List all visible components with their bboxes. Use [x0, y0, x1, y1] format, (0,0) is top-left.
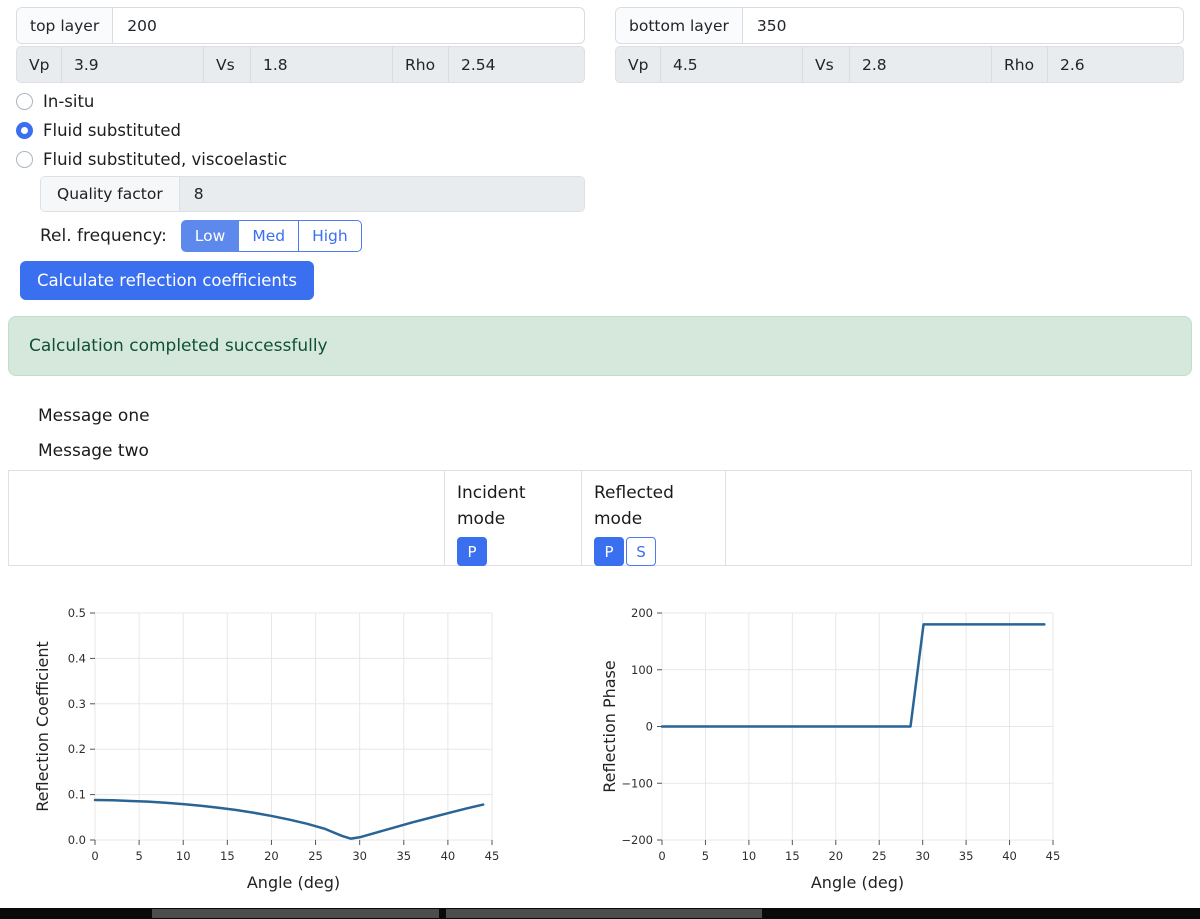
- success-alert: Calculation completed successfully: [8, 316, 1192, 376]
- svg-text:0.4: 0.4: [68, 651, 86, 665]
- svg-text:5: 5: [135, 849, 142, 863]
- mode-table-spacer: [726, 471, 1191, 565]
- svg-text:0.3: 0.3: [68, 697, 86, 711]
- svg-text:0.0: 0.0: [68, 833, 86, 847]
- radio-button-icon[interactable]: [16, 151, 33, 168]
- svg-text:25: 25: [308, 849, 323, 863]
- radio-button-icon[interactable]: [16, 93, 33, 110]
- bottom-layer-column: bottom layer Vp Vs Rho: [615, 7, 1184, 83]
- svg-text:30: 30: [352, 849, 367, 863]
- svg-text:40: 40: [441, 849, 456, 863]
- radio-fluid-substituted[interactable]: Fluid substituted: [16, 116, 1200, 145]
- svg-text:10: 10: [742, 849, 757, 863]
- bottom-layer-label: bottom layer: [616, 8, 743, 43]
- bottom-vs-input[interactable]: [862, 55, 979, 74]
- incident-p-button[interactable]: P: [457, 537, 487, 566]
- quality-factor-input[interactable]: [179, 177, 584, 211]
- svg-text:100: 100: [631, 663, 653, 677]
- bottom-bar-segment: [446, 909, 762, 918]
- svg-text:25: 25: [872, 849, 887, 863]
- svg-text:0.1: 0.1: [68, 788, 86, 802]
- top-layer-input[interactable]: [113, 8, 584, 43]
- svg-text:35: 35: [959, 849, 974, 863]
- svg-text:15: 15: [220, 849, 235, 863]
- svg-text:45: 45: [485, 849, 500, 863]
- bottom-layer-properties: Vp Vs Rho: [615, 46, 1184, 83]
- reflected-p-button[interactable]: P: [594, 537, 624, 566]
- charts-row: 0 5 10 15 20 25 30 35 40 45 0.0 0.1 0.2 0.3 0.4 0.5 Angl…: [0, 600, 1200, 900]
- reflected-mode-cell: Reflected mode P S: [581, 471, 726, 566]
- svg-text:0: 0: [646, 720, 653, 734]
- incident-mode-header: Incident mode: [457, 483, 526, 529]
- top-rho-input[interactable]: [461, 55, 572, 74]
- svg-text:20: 20: [264, 849, 279, 863]
- reflection-coefficient-chart[interactable]: 0 5 10 15 20 25 30 35 40 45 0.0 0.1 0.2 0.3 0.4 0.5 Angl…: [22, 600, 502, 900]
- svg-text:0.5: 0.5: [68, 606, 86, 620]
- radio-in-situ[interactable]: In-situ: [16, 87, 1200, 116]
- rel-frequency-row: Rel. frequency: Low Med High: [40, 220, 1200, 252]
- reflected-s-button[interactable]: S: [626, 537, 656, 566]
- svg-text:20: 20: [828, 849, 843, 863]
- radio-fluid-substituted-label: Fluid substituted: [43, 121, 182, 140]
- svg-text:15: 15: [785, 849, 800, 863]
- top-layer-group: top layer: [16, 7, 585, 44]
- incident-mode-cell: Incident mode P: [444, 471, 581, 566]
- top-vs-input[interactable]: [263, 55, 380, 74]
- svg-text:40: 40: [1002, 849, 1017, 863]
- top-layer-properties: Vp Vs Rho: [16, 46, 585, 83]
- freq-button-low[interactable]: Low: [180, 220, 240, 252]
- freq-button-med[interactable]: Med: [239, 220, 300, 252]
- radio-button-checked-icon[interactable]: [16, 122, 33, 139]
- quality-factor-group: Quality factor: [40, 176, 585, 212]
- svg-text:200: 200: [631, 606, 653, 620]
- mode-table-spacer: [9, 471, 444, 565]
- bottom-layer-group: bottom layer: [615, 7, 1184, 44]
- svg-text:−100: −100: [621, 776, 653, 790]
- bottom-vs-label: Vs: [803, 47, 850, 82]
- radio-fluid-substituted-viscoelastic[interactable]: Fluid substituted, viscoelastic: [16, 145, 1200, 174]
- mode-table: Incident mode P Reflected mode P S: [8, 470, 1192, 566]
- bottom-rho-input[interactable]: [1060, 55, 1171, 74]
- svg-text:0: 0: [91, 849, 98, 863]
- svg-text:0: 0: [658, 849, 665, 863]
- success-alert-text: Calculation completed successfully: [29, 336, 328, 356]
- bottom-bar: [0, 908, 1200, 919]
- top-layer-column: top layer Vp Vs Rho: [16, 7, 585, 83]
- reflection-phase-chart[interactable]: 0 5 10 15 20 25 30 35 40 45 −200 −100 0 100 200 Angle (…: [600, 600, 1060, 900]
- message-two: Message two: [38, 441, 149, 461]
- rel-frequency-button-group: Low Med High: [180, 220, 362, 252]
- rel-frequency-label: Rel. frequency:: [40, 226, 167, 246]
- svg-text:Reflection Phase: Reflection Phase: [600, 660, 619, 792]
- svg-text:10: 10: [176, 849, 191, 863]
- quality-factor-label: Quality factor: [41, 177, 180, 211]
- svg-text:0.2: 0.2: [68, 742, 86, 756]
- radio-fluid-substituted-viscoelastic-label: Fluid substituted, viscoelastic: [43, 150, 288, 169]
- svg-text:45: 45: [1046, 849, 1060, 863]
- top-vs-label: Vs: [204, 47, 251, 82]
- radio-in-situ-label: In-situ: [43, 92, 95, 111]
- svg-text:30: 30: [915, 849, 930, 863]
- svg-text:35: 35: [396, 849, 411, 863]
- svg-text:5: 5: [702, 849, 709, 863]
- substitution-radio-group: In-situ Fluid substituted Fluid substitu…: [16, 87, 1200, 174]
- bottom-bar-segment: [152, 909, 439, 918]
- reflected-mode-header: Reflected mode: [594, 483, 674, 529]
- svg-text:Angle (deg): Angle (deg): [247, 873, 340, 892]
- message-one: Message one: [38, 406, 150, 426]
- layer-inputs-section: top layer Vp Vs Rho bottom layer Vp Vs: [0, 0, 1200, 83]
- svg-text:−200: −200: [621, 833, 653, 847]
- bottom-layer-input[interactable]: [742, 8, 1183, 43]
- svg-text:Reflection Coefficient: Reflection Coefficient: [33, 641, 52, 811]
- calculate-button[interactable]: Calculate reflection coefficients: [20, 261, 314, 300]
- top-rho-label: Rho: [393, 47, 449, 82]
- app-page: top layer Vp Vs Rho bottom layer Vp Vs: [0, 0, 1200, 919]
- top-vp-input[interactable]: [74, 55, 191, 74]
- bottom-vp-label: Vp: [616, 47, 661, 82]
- bottom-rho-label: Rho: [992, 47, 1048, 82]
- freq-button-high[interactable]: High: [299, 220, 362, 252]
- top-vp-label: Vp: [17, 47, 62, 82]
- svg-text:Angle (deg): Angle (deg): [811, 873, 904, 892]
- top-layer-label: top layer: [17, 8, 114, 43]
- bottom-vp-input[interactable]: [673, 55, 790, 74]
